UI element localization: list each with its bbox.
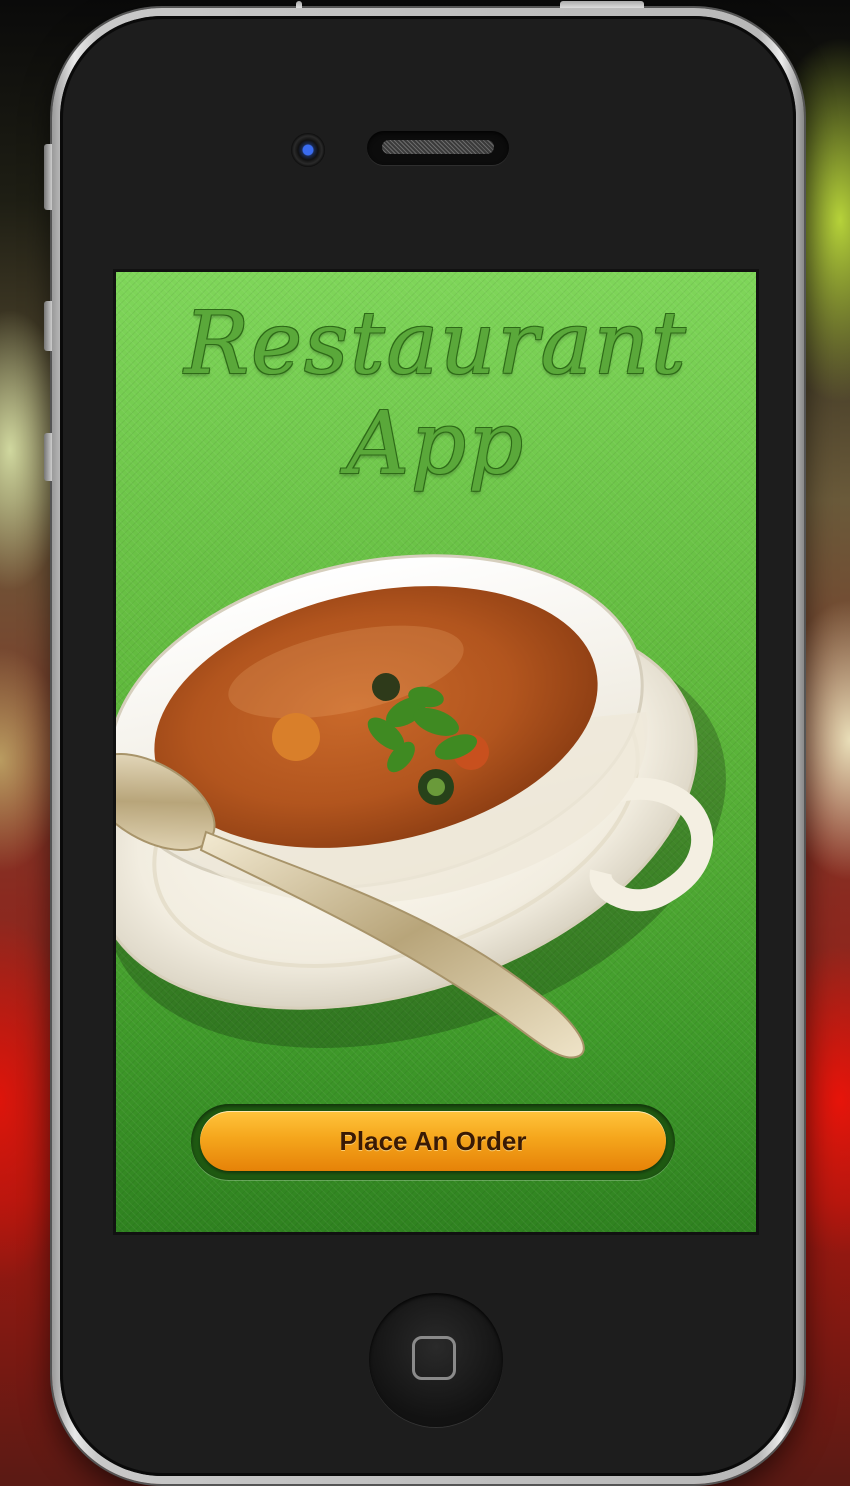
order-button-well: Place An Order: [191, 1104, 675, 1180]
sleep-button: [560, 1, 644, 8]
app-splash-screen: Restaurant App Place An Order: [116, 272, 756, 1232]
app-title: Restaurant App: [184, 294, 688, 494]
speaker-grill: [382, 140, 494, 154]
speaker-icon: [367, 131, 509, 165]
volume-down-button: [44, 433, 52, 481]
place-order-button[interactable]: Place An Order: [200, 1111, 666, 1171]
phone-screen: Restaurant App Place An Order: [113, 269, 759, 1235]
mute-switch: [44, 144, 52, 210]
home-button-icon: [412, 1336, 456, 1380]
headphone-jack: [296, 1, 302, 8]
phone-face: Restaurant App Place An Order: [60, 16, 796, 1476]
camera-icon: [291, 133, 325, 167]
home-button[interactable]: [369, 1293, 503, 1427]
soup-bowl-image: [116, 554, 726, 1059]
phone-frame: Restaurant App Place An Order: [44, 1, 804, 1484]
volume-up-button: [44, 301, 52, 351]
